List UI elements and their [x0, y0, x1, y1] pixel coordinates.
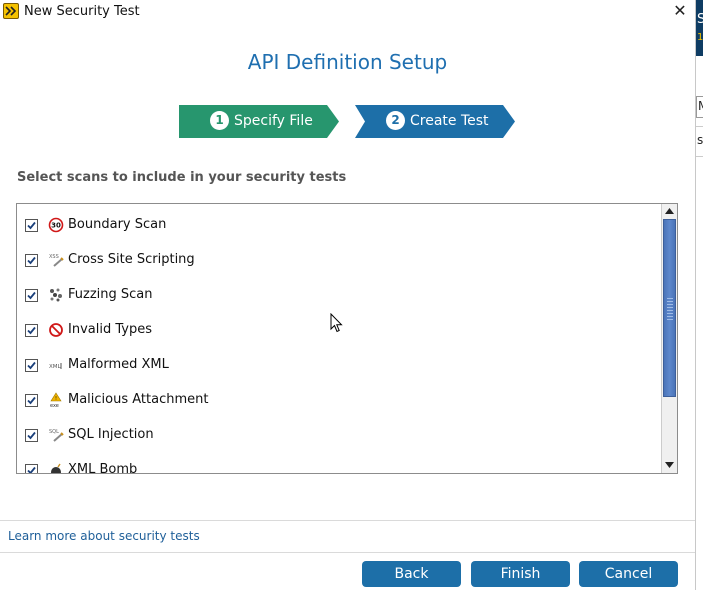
malicious-attachment-icon: ! exe [48, 392, 64, 409]
checkbox[interactable] [25, 289, 38, 302]
xss-icon-text: XSS [49, 254, 59, 260]
checkbox[interactable] [25, 429, 38, 442]
scan-label: Malicious Attachment [68, 392, 209, 407]
checkbox[interactable] [25, 324, 38, 337]
malformed-xml-icon-text: XML [49, 364, 62, 370]
scroll-down-arrow-icon[interactable] [662, 458, 677, 473]
list-item[interactable]: XSS Cross Site Scripting [17, 250, 657, 274]
svg-text:!: ! [55, 396, 57, 402]
grip-icon [667, 298, 673, 320]
checkbox[interactable] [25, 394, 38, 407]
step-label: Create Test [410, 113, 489, 129]
background-number: 1 [697, 32, 703, 43]
scan-label: Malformed XML [68, 357, 169, 372]
scan-label: Cross Site Scripting [68, 252, 195, 267]
background-partial-text: sa [697, 133, 703, 147]
boundary-scan-icon-text: 30 [51, 222, 61, 230]
list-item[interactable]: ! exe Malicious Attachment [17, 390, 657, 414]
malformed-xml-icon: XML [48, 357, 64, 373]
list-item[interactable]: Fuzzing Scan [17, 285, 657, 309]
divider [0, 552, 695, 553]
checkbox[interactable] [25, 219, 38, 232]
scan-label: Fuzzing Scan [68, 287, 153, 302]
mouse-cursor-icon [330, 313, 343, 333]
cancel-button[interactable]: Cancel [579, 561, 678, 587]
list-item[interactable]: XML Bomb [17, 460, 657, 474]
step-label: Specify File [234, 113, 313, 129]
background-divider [696, 126, 703, 127]
xss-icon: XSS [48, 252, 64, 268]
step-create-test: 2 Create Test [355, 105, 515, 138]
checkbox[interactable] [25, 254, 38, 267]
scan-list[interactable]: 30 Boundary Scan XSS Cross Site Scriptin… [16, 203, 678, 474]
section-label: Select scans to include in your security… [17, 170, 347, 185]
step-number: 1 [210, 111, 229, 130]
scan-label: Invalid Types [68, 322, 152, 337]
boundary-scan-icon: 30 [48, 217, 64, 233]
step-number: 2 [386, 111, 405, 130]
list-item[interactable]: SQL SQL Injection [17, 425, 657, 449]
window-title: New Security Test [24, 4, 140, 19]
sql-injection-icon: SQL [48, 427, 64, 443]
scan-label: SQL Injection [68, 427, 154, 442]
sql-injection-icon-text: SQL [49, 429, 59, 435]
xml-bomb-icon [48, 462, 64, 473]
close-icon[interactable]: ✕ [671, 2, 689, 20]
background-header: S 1 [696, 0, 703, 56]
finish-button[interactable]: Finish [471, 561, 570, 587]
background-field: M [696, 96, 703, 118]
scrollbar-thumb[interactable] [663, 219, 676, 397]
malicious-attachment-icon-text: exe [50, 403, 59, 408]
list-item[interactable]: XML Malformed XML [17, 355, 657, 379]
invalid-types-icon [48, 322, 64, 338]
scroll-up-arrow-icon[interactable] [662, 204, 677, 219]
background-divider [696, 156, 703, 157]
page-title: API Definition Setup [247, 50, 448, 74]
fuzzing-icon [48, 287, 64, 303]
background-field-text: M [698, 99, 703, 113]
scan-label: XML Bomb [68, 462, 138, 474]
title-bar: New Security Test ✕ [0, 0, 695, 24]
back-button[interactable]: Back [362, 561, 461, 587]
checkbox[interactable] [25, 359, 38, 372]
app-logo-icon [3, 3, 19, 19]
divider [0, 520, 695, 521]
learn-more-link[interactable]: Learn more about security tests [8, 529, 200, 543]
vertical-scrollbar[interactable] [661, 204, 677, 473]
list-item[interactable]: 30 Boundary Scan [17, 215, 657, 239]
step-specify-file[interactable]: 1 Specify File [179, 105, 339, 138]
background-window-edge: S 1 M sa [695, 0, 703, 590]
background-letter: S [697, 12, 703, 27]
checkbox[interactable] [25, 464, 38, 473]
scan-label: Boundary Scan [68, 217, 167, 232]
